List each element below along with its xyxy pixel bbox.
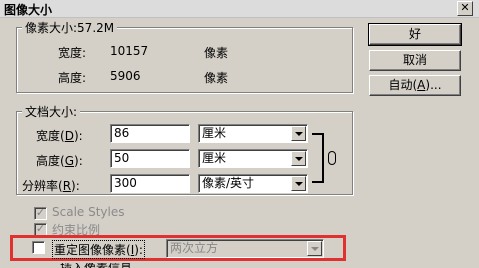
chevron-down-icon	[291, 176, 306, 191]
cancel-button[interactable]: 取消	[369, 50, 461, 71]
cut-off-option-text: 插入像素信息	[60, 263, 132, 268]
chevron-down-icon	[291, 126, 306, 141]
scale-styles-checkbox[interactable]: ✓	[34, 207, 47, 220]
doc-width-input[interactable]: 86	[110, 124, 190, 143]
resolution-label: 分辨率(R):	[22, 179, 80, 193]
close-button[interactable]: ✕	[457, 1, 473, 16]
doc-width-unit-select[interactable]: 厘米	[198, 124, 308, 143]
pixel-width-label: 宽度:	[58, 46, 87, 60]
resample-label: 重定图像像素(I):	[52, 240, 145, 259]
auto-button[interactable]: 自动(A)...	[369, 75, 461, 96]
doc-height-input[interactable]: 50	[110, 149, 190, 168]
pixel-dimensions-legend: 像素大小:57.2M	[22, 19, 118, 36]
constrain-link-bracket	[312, 133, 324, 183]
title-bar: 图像大小 ✕	[0, 0, 479, 18]
image-size-dialog: 像素大小:57.2M 宽度: 10157 像素 高度: 5906 像素 文档大小…	[0, 19, 479, 268]
doc-width-label: 宽度(D):	[36, 129, 83, 143]
resolution-input[interactable]: 300	[110, 174, 190, 193]
close-icon: ✕	[460, 1, 470, 14]
doc-height-label: 高度(G):	[36, 154, 83, 168]
ok-button[interactable]: 好	[368, 23, 462, 46]
pixel-width-unit: 像素	[204, 46, 229, 60]
window-title: 图像大小	[4, 3, 53, 17]
resample-method-select[interactable]: 两次立方	[166, 239, 324, 258]
pixel-height-unit: 像素	[204, 71, 229, 85]
scale-styles-label: Scale Styles	[52, 205, 125, 219]
doc-height-unit-select[interactable]: 厘米	[198, 149, 308, 168]
chain-link-icon	[326, 151, 338, 165]
pixel-width-value: 10157	[110, 44, 149, 58]
document-size-legend: 文档大小:	[22, 103, 81, 120]
pixel-height-label: 高度:	[58, 71, 87, 85]
chevron-down-icon	[291, 151, 306, 166]
resolution-unit-select[interactable]: 像素/英寸	[198, 174, 308, 193]
pixel-height-value: 5906	[110, 69, 141, 83]
chevron-down-icon	[307, 241, 322, 256]
resample-checkbox[interactable]	[32, 241, 45, 254]
